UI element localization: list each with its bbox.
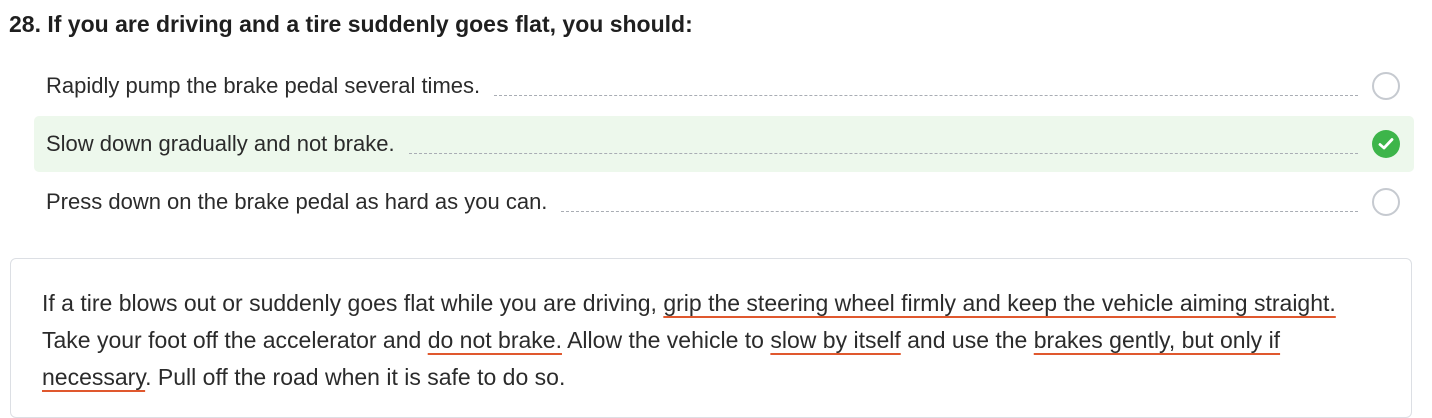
explanation-segment: and use the [900, 327, 1034, 353]
explanation-text: If a tire blows out or suddenly goes fla… [42, 285, 1372, 396]
explanation-segment: If a tire blows out or suddenly goes fla… [42, 290, 664, 316]
answer-option-label: Slow down gradually and not brake. [46, 131, 395, 156]
explanation-segment: . Pull off the road when it is safe to d… [145, 364, 566, 390]
answer-option-1[interactable]: Rapidly pump the brake pedal several tim… [34, 58, 1414, 114]
radio-unchecked-icon[interactable] [1372, 72, 1400, 100]
checkmark-icon [1378, 138, 1394, 150]
explanation-highlight: slow by itself [770, 327, 901, 353]
checkmark-circle-icon[interactable] [1372, 130, 1400, 158]
radio-unchecked-icon[interactable] [1372, 188, 1400, 216]
explanation-highlight: grip the steering wheel firmly and keep … [663, 290, 1336, 316]
explanation-segment: Take your foot off the accelerator and [42, 327, 428, 353]
dotted-leader [408, 152, 1358, 154]
explanation-box: If a tire blows out or suddenly goes fla… [10, 258, 1412, 418]
question-title: 28. If you are driving and a tire sudden… [9, 11, 693, 37]
answer-option-label: Rapidly pump the brake pedal several tim… [46, 73, 481, 98]
explanation-highlight: do not brake. [427, 327, 562, 353]
answer-option-3[interactable]: Press down on the brake pedal as hard as… [34, 174, 1414, 230]
answer-option-label: Press down on the brake pedal as hard as… [46, 189, 548, 214]
dotted-leader [561, 210, 1358, 212]
dotted-leader [494, 94, 1358, 96]
answer-option-2[interactable]: Slow down gradually and not brake. [34, 116, 1414, 172]
answer-options: Rapidly pump the brake pedal several tim… [34, 58, 1414, 232]
explanation-segment: Allow the vehicle to [561, 327, 771, 353]
